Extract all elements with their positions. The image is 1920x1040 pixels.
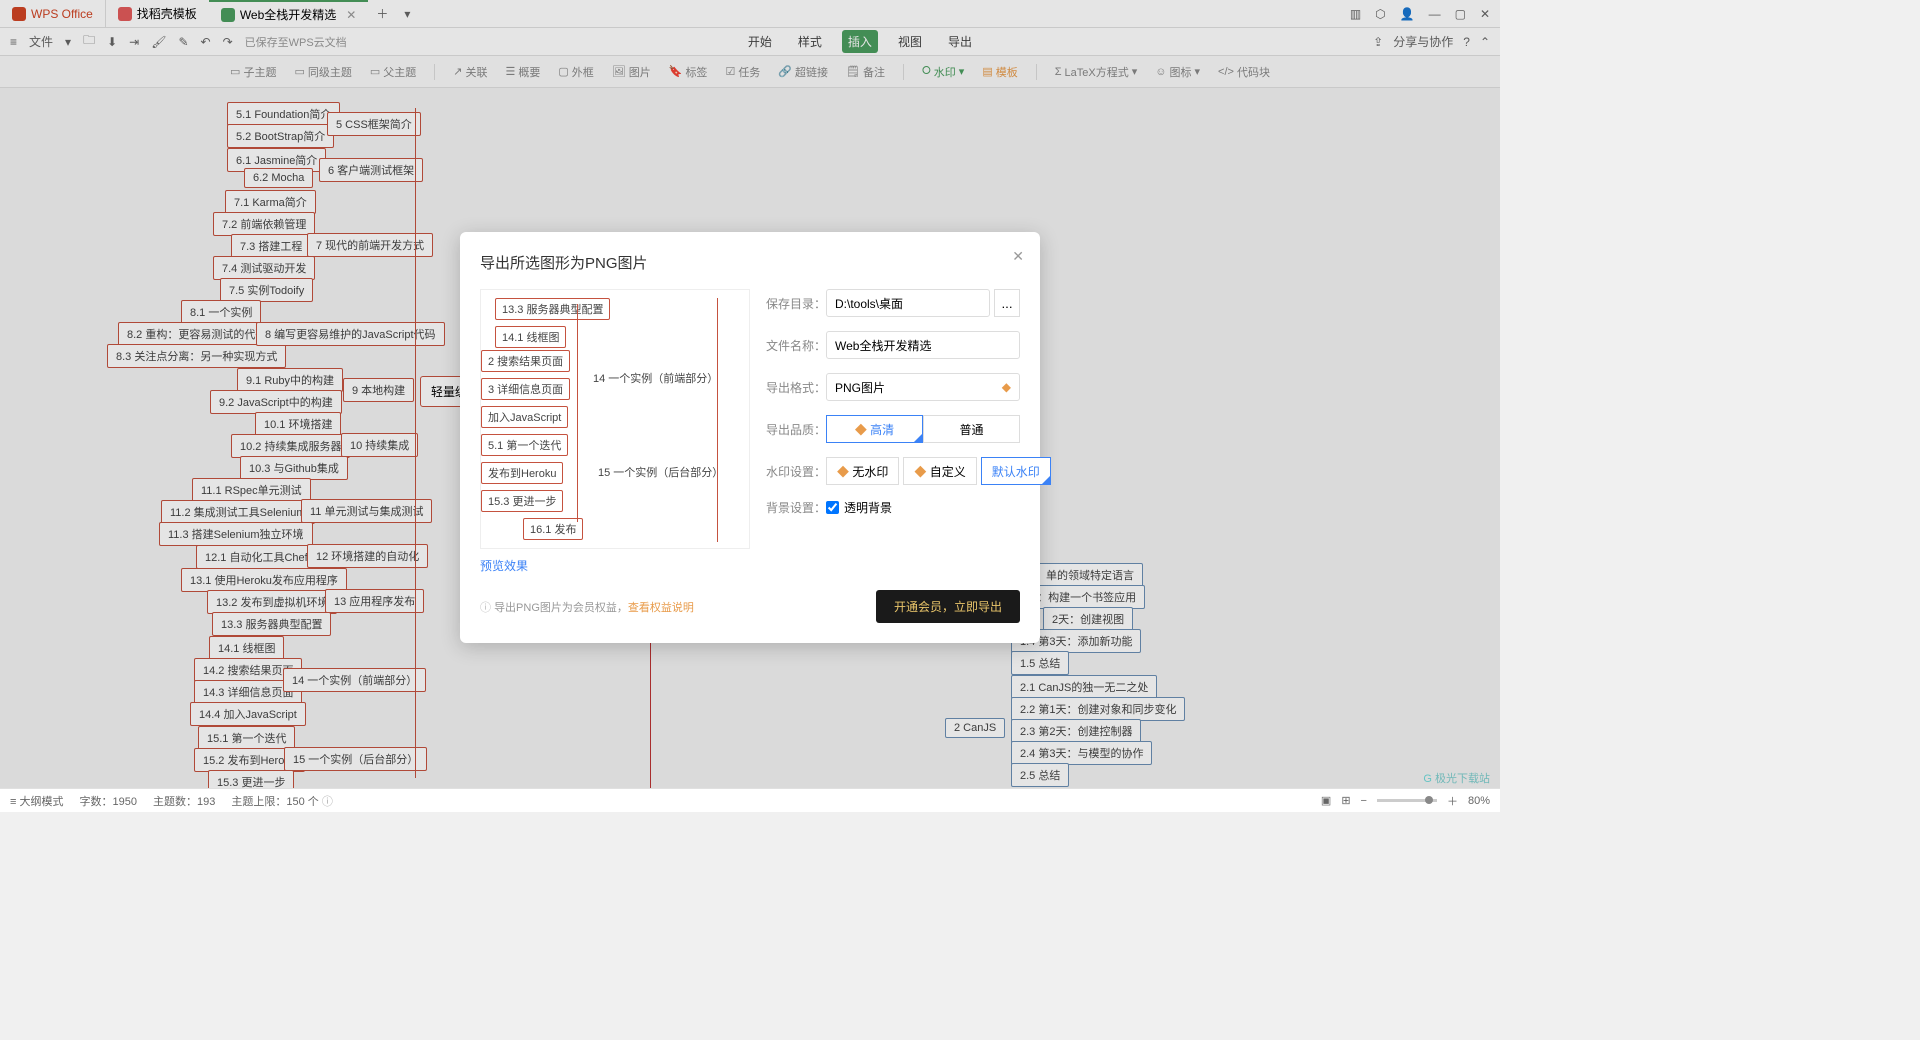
quality-hd-button[interactable]: ◆ 高清 [826,415,923,443]
upgrade-export-button[interactable]: 开通会员，立即导出 [876,590,1020,623]
format-label: 导出格式： [766,379,826,396]
watermark-none-button[interactable]: ◆ 无水印 [826,457,899,485]
zoom-out[interactable]: − [1361,795,1367,807]
filename-label: 文件名称： [766,337,826,354]
dialog-title: 导出所选图形为PNG图片 [480,252,1020,273]
browse-button[interactable]: ... [994,289,1020,317]
diamond-icon: ◆ [1002,380,1011,394]
word-count: 字数：1950 [79,793,136,809]
quality-normal-button[interactable]: 普通 [923,415,1020,443]
background-label: 背景设置： [766,499,826,516]
export-dialog: ✕ 导出所选图形为PNG图片 13.3 服务器典型配置 14.1 线框图 2 搜… [460,232,1040,643]
transparent-checkbox[interactable] [826,501,839,514]
filename-input[interactable] [826,331,1020,359]
topic-limit: 主题上限：150 个 ⓘ [231,793,332,809]
watermark-default-button[interactable]: 默认水印 [981,457,1051,485]
transparent-label: 透明背景 [844,499,892,516]
watermark-label: 水印设置： [766,463,826,480]
benefits-link[interactable]: 查看权益说明 [628,602,694,614]
watermark-logo: G 极光下载站 [1423,770,1490,786]
watermark-custom-button[interactable]: ◆ 自定义 [903,457,976,485]
preview-link[interactable]: 预览效果 [480,557,528,574]
save-dir-input[interactable] [826,289,990,317]
zoom-slider[interactable] [1377,799,1437,802]
format-select[interactable]: PNG图片◆ [826,373,1020,401]
dialog-close-button[interactable]: ✕ [1012,248,1024,265]
fit-icon[interactable]: ▣ [1321,794,1331,807]
footer-tip: ⓘ 导出PNG图片为会员权益，查看权益说明 [480,599,694,615]
grid-icon[interactable]: ⊞ [1341,794,1350,807]
quality-label: 导出品质： [766,421,826,438]
topic-count: 主题数：193 [153,793,215,809]
export-preview: 13.3 服务器典型配置 14.1 线框图 2 搜索结果页面 3 详细信息页面 … [480,289,750,549]
outline-mode[interactable]: ≡ 大纲模式 [10,793,63,809]
save-dir-label: 保存目录： [766,295,826,312]
zoom-level: 80% [1468,795,1490,807]
zoom-in[interactable]: ＋ [1447,793,1458,809]
